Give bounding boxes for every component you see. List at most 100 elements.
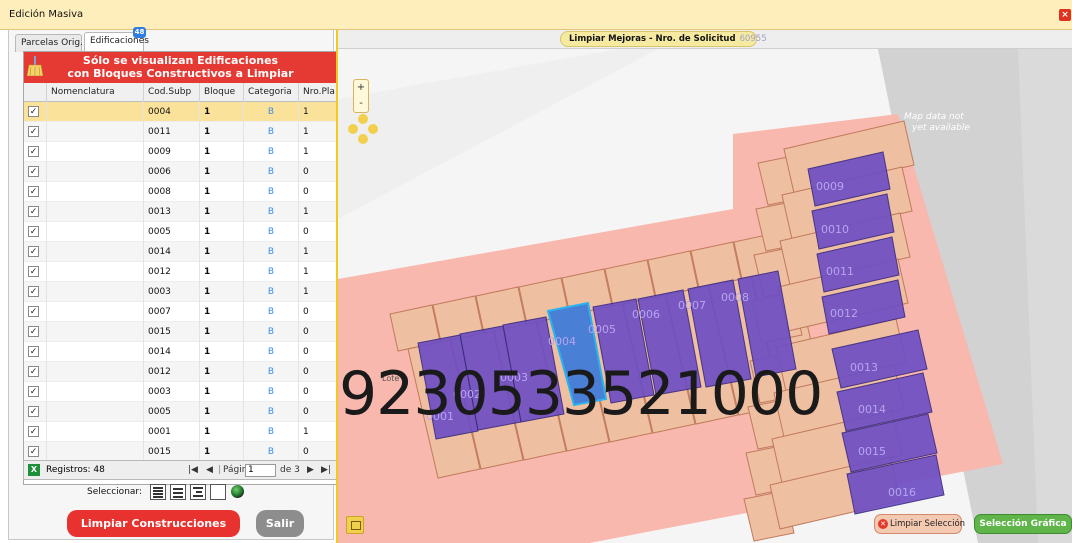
nro-pla-cell: 1	[298, 202, 337, 222]
first-page-icon[interactable]: |◀	[188, 465, 198, 475]
table-row[interactable]: ✓ 0013 1 B 1	[24, 202, 337, 222]
row-checkbox[interactable]: ✓	[28, 406, 39, 417]
table-row[interactable]: ✓ 0011 1 B 1	[24, 122, 337, 142]
tab-count-badge: 48	[133, 27, 146, 38]
row-checkbox[interactable]: ✓	[28, 446, 39, 457]
tab-parcelas-orig[interactable]: Parcelas Orig.	[15, 34, 83, 52]
bloque-cell: 1	[199, 242, 243, 262]
row-checkbox[interactable]: ✓	[28, 426, 39, 437]
categoria-cell: B	[243, 262, 298, 282]
row-checkbox[interactable]: ✓	[28, 266, 39, 277]
bloque-cell: 1	[199, 302, 243, 322]
pan-down-icon[interactable]	[358, 134, 368, 144]
pan-left-icon[interactable]	[348, 124, 358, 134]
row-checkbox[interactable]: ✓	[28, 386, 39, 397]
row-checkbox[interactable]: ✓	[28, 366, 39, 377]
row-checkbox[interactable]: ✓	[28, 206, 39, 217]
col-header-check[interactable]	[24, 83, 46, 102]
col-header-cod-subp[interactable]: Cod.Subp	[143, 83, 199, 102]
row-checkbox[interactable]: ✓	[28, 106, 39, 117]
bloque-cell: 1	[199, 442, 243, 462]
bloque-cell: 1	[199, 102, 243, 122]
row-checkbox-cell: ✓	[24, 382, 46, 402]
nomenclatura-cell	[46, 282, 143, 302]
salir-button[interactable]: Salir	[256, 510, 304, 537]
col-header-bloque[interactable]: Bloque	[199, 83, 243, 102]
table-row[interactable]: ✓ 0015 1 B 0	[24, 322, 337, 342]
table-row[interactable]: ✓ 0005 1 B 0	[24, 402, 337, 422]
col-header-nomenclatura[interactable]: Nomenclatura	[46, 83, 143, 102]
row-checkbox[interactable]: ✓	[28, 306, 39, 317]
select-none-icon[interactable]	[210, 484, 226, 500]
row-checkbox[interactable]: ✓	[28, 246, 39, 257]
parcel-label: 0012	[830, 307, 858, 320]
table-row[interactable]: ✓ 0003 1 B 1	[24, 282, 337, 302]
grid-header: Nomenclatura Cod.Subp Bloque Categoria N…	[24, 83, 337, 102]
bloque-cell: 1	[199, 182, 243, 202]
globe-icon[interactable]	[231, 485, 244, 498]
nomenclatura-cell	[46, 162, 143, 182]
next-page-icon[interactable]: ▶	[307, 465, 314, 475]
row-checkbox[interactable]: ✓	[28, 126, 39, 137]
categoria-cell: B	[243, 302, 298, 322]
pan-control[interactable]	[348, 114, 378, 144]
row-checkbox[interactable]: ✓	[28, 226, 39, 237]
table-row[interactable]: ✓ 0005 1 B 0	[24, 222, 337, 242]
window-title: Edición Masiva	[9, 9, 84, 20]
table-row[interactable]: ✓ 0009 1 B 1	[24, 142, 337, 162]
last-page-icon[interactable]: ▶|	[321, 465, 331, 475]
nro-pla-cell: 1	[298, 422, 337, 442]
no-data-line-2: yet available	[911, 123, 970, 133]
overview-map-icon[interactable]	[346, 516, 364, 534]
table-row[interactable]: ✓ 0012 1 B 1	[24, 262, 337, 282]
table-row[interactable]: ✓ 0003 1 B 0	[24, 382, 337, 402]
overlay-number: 9230533521000	[339, 359, 823, 429]
cod-subp-cell: 0003	[143, 382, 199, 402]
select-visible-icon[interactable]	[170, 484, 186, 500]
close-icon[interactable]: ×	[1059, 9, 1071, 21]
solicitud-number: 60955	[739, 34, 767, 44]
pan-right-icon[interactable]	[368, 124, 378, 134]
table-row[interactable]: ✓ 0012 1 B 0	[24, 362, 337, 382]
row-checkbox[interactable]: ✓	[28, 146, 39, 157]
table-row[interactable]: ✓ 0006 1 B 0	[24, 162, 337, 182]
row-checkbox[interactable]: ✓	[28, 286, 39, 297]
nomenclatura-cell	[46, 182, 143, 202]
table-row[interactable]: ✓ 0014 1 B 1	[24, 242, 337, 262]
excel-export-icon[interactable]: X	[28, 464, 40, 476]
table-row[interactable]: ✓ 0014 1 B 0	[24, 342, 337, 362]
row-checkbox[interactable]: ✓	[28, 186, 39, 197]
row-checkbox[interactable]: ✓	[28, 166, 39, 177]
table-row[interactable]: ✓ 0001 1 B 1	[24, 422, 337, 442]
categoria-cell: B	[243, 182, 298, 202]
page-number-input[interactable]: 1	[245, 464, 276, 477]
zoom-in-button[interactable]: +	[354, 80, 368, 96]
nomenclatura-cell	[46, 302, 143, 322]
nro-pla-cell: 0	[298, 182, 337, 202]
table-row[interactable]: ✓ 0008 1 B 0	[24, 182, 337, 202]
categoria-cell: B	[243, 342, 298, 362]
categoria-cell: B	[243, 382, 298, 402]
nro-pla-cell: 1	[298, 122, 337, 142]
prev-page-icon[interactable]: ◀	[206, 465, 213, 475]
limpiar-seleccion-button[interactable]: ✕ Limpiar Selección	[874, 514, 965, 534]
row-checkbox[interactable]: ✓	[28, 326, 39, 337]
nomenclatura-cell	[46, 142, 143, 162]
table-row[interactable]: ✓ 0004 1 B 1	[24, 102, 337, 122]
row-checkbox[interactable]: ✓	[28, 346, 39, 357]
col-header-categoria[interactable]: Categoria	[243, 83, 298, 102]
map-canvas[interactable]: 0009001000110012001300140015001600080007…	[338, 49, 1072, 543]
col-header-nro-pla[interactable]: Nro.Pla	[298, 83, 337, 102]
pan-up-icon[interactable]	[358, 114, 368, 124]
title-bar: Edición Masiva ×	[0, 0, 1072, 30]
select-invert-icon[interactable]	[190, 484, 206, 500]
seleccion-grafica-button[interactable]: Selección Gráfica	[974, 514, 1072, 534]
limpiar-construcciones-button[interactable]: Limpiar Construcciones	[67, 510, 240, 537]
parcel-map[interactable]: 0009 0010 0011 0012 0013 0014 0015 0016 0008 0007…	[338, 49, 1072, 543]
table-row[interactable]: ✓ 0015 1 B 0	[24, 442, 337, 462]
nro-pla-cell: 0	[298, 362, 337, 382]
table-row[interactable]: ✓ 0007 1 B 0	[24, 302, 337, 322]
select-all-icon[interactable]	[150, 484, 166, 500]
nro-pla-cell: 0	[298, 342, 337, 362]
zoom-out-button[interactable]: -	[354, 96, 368, 112]
